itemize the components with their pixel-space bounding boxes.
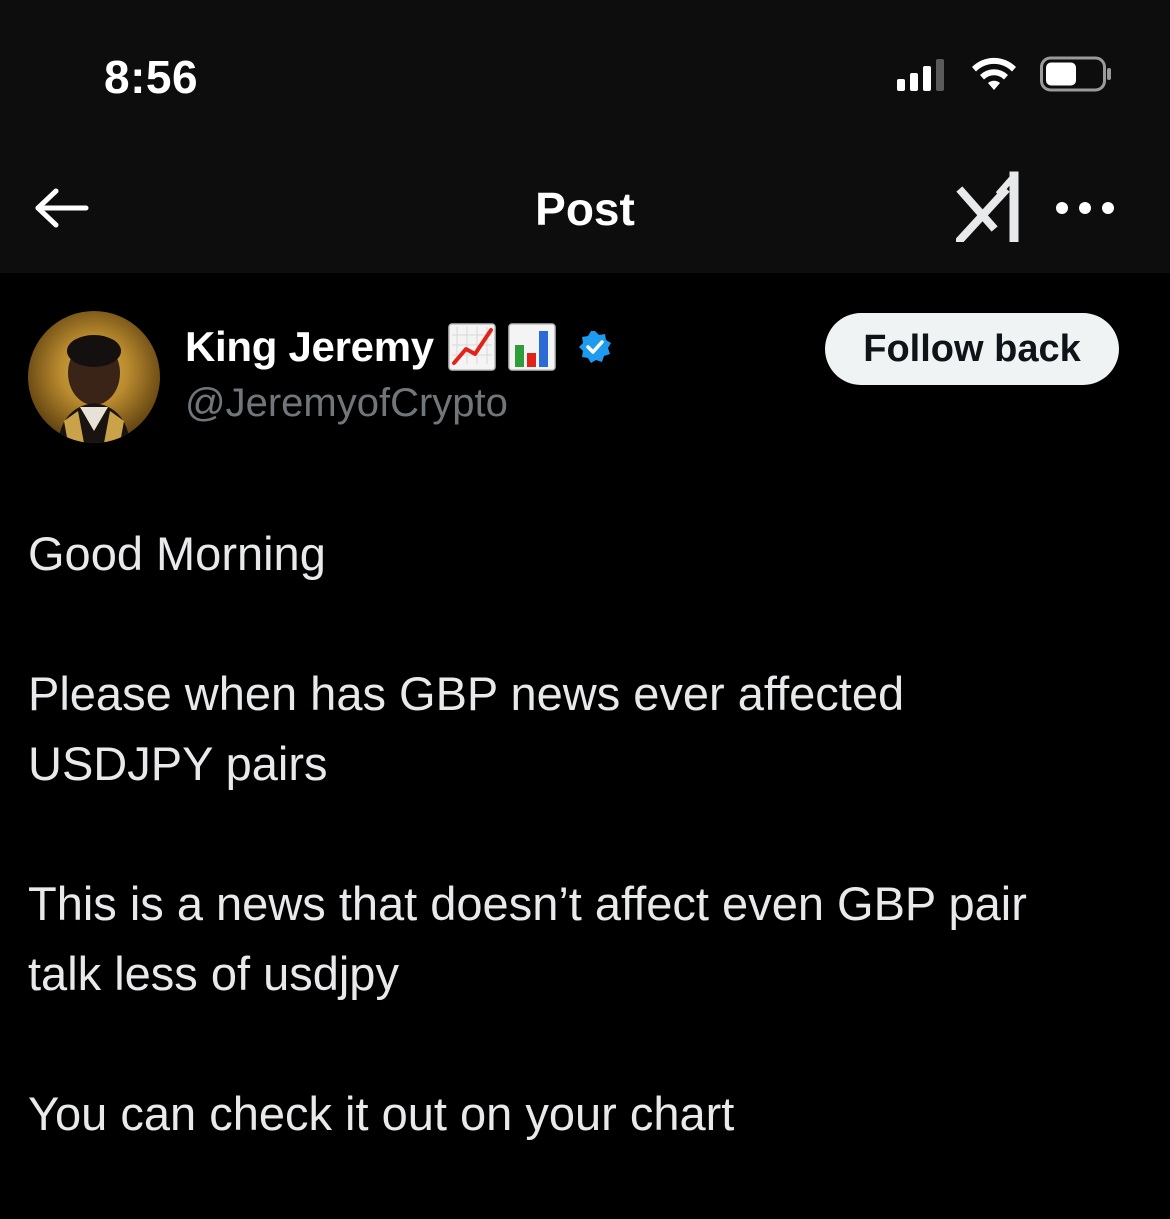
tweet-paragraph: Please when has GBP news ever affected U…	[28, 659, 1138, 799]
tweet-paragraph: Good Morning	[28, 519, 1138, 589]
status-bar: 8:56	[0, 0, 1170, 150]
tweet-line: USDJPY pairs	[28, 737, 328, 790]
bar-chart-emoji	[508, 323, 556, 371]
post: King Jeremy @JeremyofCrypto Follow back …	[0, 273, 1170, 1176]
tweet-line: You can check it out on your chart	[28, 1087, 735, 1140]
tweet-text: Good Morning Please when has GBP news ev…	[28, 519, 1138, 1219]
author-name-row: King Jeremy	[185, 321, 612, 373]
tweet-line: This is a news that doesn’t affect even …	[28, 877, 1027, 930]
verified-badge-icon	[578, 331, 611, 363]
nav-bar: Post	[0, 150, 1170, 273]
cellular-signal-icon	[897, 57, 944, 91]
battery-icon	[1040, 56, 1111, 92]
author-name[interactable]: King Jeremy	[185, 323, 434, 371]
status-time: 8:56	[104, 51, 199, 103]
status-icons	[897, 56, 1112, 92]
tweet-line: Good Morning	[28, 527, 326, 580]
tweet-line: talk less of usdjpy	[28, 947, 399, 1000]
wifi-icon	[972, 57, 1016, 90]
more-horizontal-icon[interactable]	[1054, 200, 1116, 216]
chart-increasing-emoji	[448, 323, 496, 371]
avatar[interactable]	[28, 311, 160, 443]
grok-icon[interactable]	[956, 170, 1026, 242]
follow-back-button[interactable]: Follow back	[825, 313, 1119, 385]
avatar-portrait	[58, 335, 130, 443]
tweet-paragraph: You can check it out on your chart	[28, 1079, 1138, 1149]
tweet-paragraph: This is a news that doesn’t affect even …	[28, 869, 1138, 1009]
author-handle[interactable]: @JeremyofCrypto	[185, 381, 508, 426]
tweet-line: Please when has GBP news ever affected	[28, 667, 905, 720]
